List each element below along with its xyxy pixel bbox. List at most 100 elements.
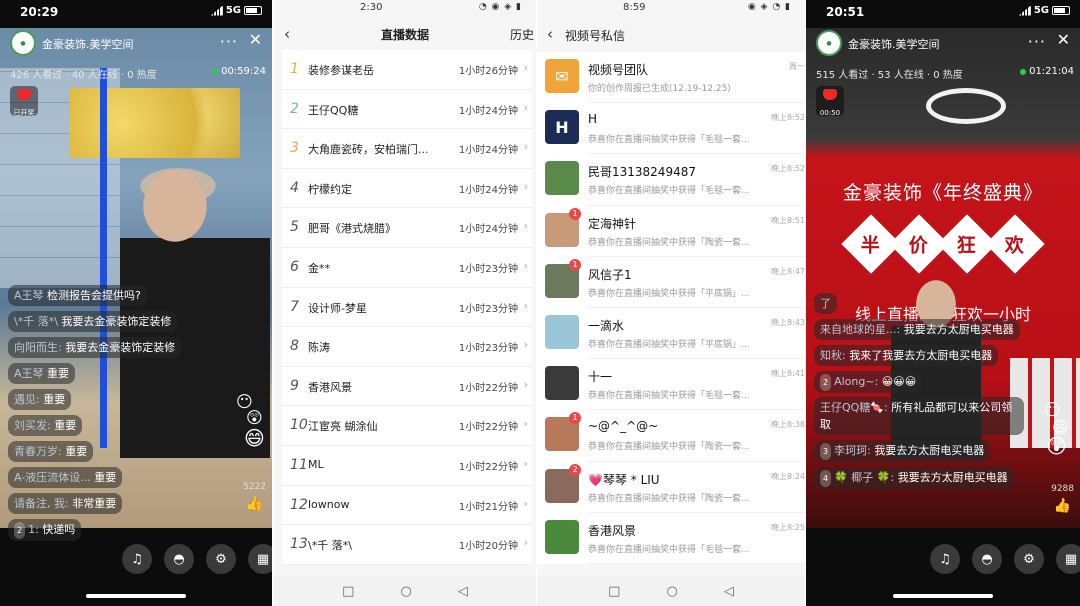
comment-bubble[interactable]: A王琴 检测报告会提供吗? <box>8 285 147 306</box>
avatar[interactable] <box>545 314 579 349</box>
message-row[interactable]: 1 定海神针 恭喜你在直播间抽奖中获得「陶瓷一套... 晚上8:51 <box>537 206 805 257</box>
message-preview: 恭喜你在直播间抽奖中获得「毛毯一套... <box>588 135 750 146</box>
settings-icon[interactable]: ⚙ <box>1014 544 1044 574</box>
back-icon[interactable]: ‹ <box>547 25 553 43</box>
message-row[interactable]: 香港风景 恭喜你在直播间抽奖中获得「毛毯一套... 晚上8:25 <box>537 513 805 564</box>
avatar[interactable] <box>545 519 579 554</box>
comment-feed: 了 来自地球的星...: 我要去方太厨电买电器 知秋: 我来了我要去方太厨电买电器… <box>814 292 1024 493</box>
message-time: 晚上8:51 <box>771 215 805 225</box>
apps-icon[interactable]: ▦ <box>1056 544 1080 574</box>
message-row[interactable]: 十一 恭喜你在直播间抽奖中获得「毛毯一套... 晚上8:41 <box>537 359 805 411</box>
user-level-badge: 2 <box>14 522 26 539</box>
comment-bubble[interactable]: 王仔QQ糖🍬: 所有礼品都可以来公司领取 <box>814 397 1024 435</box>
room-avatar[interactable]: ● <box>10 30 36 56</box>
ranking-row[interactable]: 10 江宦亮 蝴涂仙 1小时22分钟 › <box>282 406 532 446</box>
comment-bubble[interactable]: 来自地球的星...: 我要去方太厨电买电器 <box>814 319 1020 340</box>
avatar-letter-icon[interactable]: H <box>545 110 579 145</box>
room-header: ● 金豪装饰.美学空间 ··· ✕ <box>814 30 1072 56</box>
ranking-row[interactable]: 9 香港风景 1小时22分钟 › <box>282 367 532 407</box>
ranking-row[interactable]: 7 设计师-梦星 1小时23分钟 › <box>282 288 532 328</box>
comment-bubble[interactable]: 遇见: 重要 <box>8 389 72 410</box>
room-header: ● 金豪装饰.美学空间 ··· ✕ <box>8 30 264 56</box>
more-icon[interactable]: ··· <box>1028 32 1046 51</box>
status-bar: 20:51 5G <box>806 0 1080 26</box>
room-name[interactable]: 金豪装饰.美学空间 <box>42 36 134 52</box>
home-icon[interactable]: ○ <box>400 584 411 599</box>
comment-bubble[interactable]: 2 Along~: 😀😀😀 <box>814 371 923 393</box>
message-row[interactable]: 2 💗琴琴 * LIU 恭喜你在直播间抽奖中获得「陶瓷一套... 晚上8:24 <box>537 462 805 513</box>
comment-user: \*千 落*\ <box>14 315 58 328</box>
viewer-name: 柠檬约定 <box>308 182 352 196</box>
ranking-row[interactable]: 11 ML 1小时22分钟 › <box>282 446 532 486</box>
comment-bubble[interactable]: 知秋: 我来了我要去方太厨电买电器 <box>814 345 999 366</box>
message-row[interactable]: 一滴水 恭喜你在直播间抽奖中获得「平底锅」... 晚上8:43 <box>537 308 805 360</box>
message-row[interactable]: 1 风信子1 恭喜你在直播间抽奖中获得「平底锅」... 晚上8:47 <box>537 257 805 308</box>
avatar[interactable] <box>545 161 579 196</box>
more-icon[interactable]: ··· <box>220 32 238 51</box>
comment-user: 请备注, 我: <box>14 497 69 510</box>
home-indicator[interactable] <box>893 594 993 598</box>
bag-icon[interactable]: ◓ <box>972 544 1002 574</box>
mail-icon[interactable]: ✉ <box>545 59 579 93</box>
comment-bubble[interactable]: A-液压流体设... 重要 <box>8 467 123 488</box>
ranking-row[interactable]: 6 金** 1小时23分钟 › <box>282 248 532 288</box>
live-dot-icon <box>212 68 219 75</box>
home-icon[interactable]: ○ <box>666 584 677 599</box>
history-button[interactable]: 历史 <box>510 26 534 43</box>
ranking-row[interactable]: 13 \*千 落*\ 1小时20分钟 › <box>282 525 532 565</box>
comment-bubble[interactable]: 青春万岁: 重要 <box>8 441 94 462</box>
home-indicator[interactable] <box>86 594 186 598</box>
comment-bubble[interactable]: 向阳而生: 我要去金豪装饰定装修 <box>8 337 182 358</box>
music-icon[interactable]: ♫ <box>930 544 960 574</box>
like-counter[interactable]: 5222 👍 <box>243 482 266 512</box>
emoji-icon: 😶 <box>1044 400 1061 419</box>
back-nav-icon[interactable]: ◁ <box>458 584 468 599</box>
comment-bubble[interactable]: 3 李珂珂: 我要去方太厨电买电器 <box>814 440 991 462</box>
room-name[interactable]: 金豪装饰.美学空间 <box>848 36 940 52</box>
signal-icon <box>210 5 223 16</box>
lottery-button[interactable]: 已开奖 <box>10 86 38 117</box>
comment-bubble[interactable]: 刘买发: 重要 <box>8 415 83 436</box>
room-avatar[interactable]: ● <box>816 30 842 56</box>
comment-bubble[interactable]: 请备注, 我: 非常重要 <box>8 493 123 514</box>
message-time: 晚上8:52 <box>771 113 805 123</box>
message-row[interactable]: ✉ 视频号团队 你的创作周报已生成(12.19-12.25) 周一 <box>537 52 805 104</box>
ranking-row[interactable]: 1 装修参谋老岳 1小时26分钟 › <box>282 50 532 90</box>
divider <box>588 562 805 564</box>
comment-bubble[interactable]: A王琴 重要 <box>8 363 76 384</box>
lottery-button[interactable]: 00:50 <box>816 86 844 117</box>
comment-bubble[interactable]: \*千 落*\ 我要去金豪装饰定装修 <box>8 311 178 332</box>
comment-row: 知秋: 我来了我要去方太厨电买电器 <box>814 344 1024 370</box>
ranking-row[interactable]: 2 王仔QQ糖 1小时24分钟 › <box>282 90 532 130</box>
recent-apps-icon[interactable]: □ <box>342 584 354 599</box>
comment-bubble[interactable]: 4 🍀 椰子 🍀: 我要去方太厨电买电器 <box>814 467 1014 489</box>
battery-icon <box>1052 6 1070 15</box>
like-counter[interactable]: 9288 👍 <box>1051 484 1074 514</box>
comment-text: 检测报告会提供吗? <box>47 289 141 302</box>
contact-name: 一滴水 <box>588 318 625 333</box>
back-nav-icon[interactable]: ◁ <box>724 584 734 599</box>
ranking-row[interactable]: 4 柠檬约定 1小时24分钟 › <box>282 169 532 209</box>
settings-icon[interactable]: ⚙ <box>206 544 236 574</box>
control-bar: ♫ ◓ ⚙ ▦ <box>122 544 272 574</box>
message-row[interactable]: H H 恭喜你在直播间抽奖中获得「毛毯一套... 晚上8:52 <box>537 103 805 155</box>
ranking-row[interactable]: 8 陈涛 1小时23分钟 › <box>282 327 532 367</box>
comment-bubble[interactable]: 2 1: 快递吗 <box>8 519 82 541</box>
viewer-name: ML <box>308 457 324 471</box>
recent-apps-icon[interactable]: □ <box>608 584 620 599</box>
comment-bubble[interactable]: 了 <box>814 293 837 314</box>
comment-text: 重要 <box>43 393 66 406</box>
close-icon[interactable]: ✕ <box>249 30 262 49</box>
message-row[interactable]: 民哥13138249487 恭喜你在直播间抽奖中获得「毛毯一套... 晚上8:52 <box>537 154 805 206</box>
message-time: 周一 <box>789 62 805 71</box>
apps-icon[interactable]: ▦ <box>248 544 272 574</box>
page-title: 直播数据 <box>380 28 429 42</box>
message-row[interactable]: 1 ~@^_^@~ 恭喜你在直播间抽奖中获得「陶瓷一套... 晚上8:38 <box>537 410 805 462</box>
ranking-row[interactable]: 12 lownow 1小时21分钟 › <box>282 486 532 526</box>
bag-icon[interactable]: ◓ <box>164 544 194 574</box>
ranking-row[interactable]: 3 大角鹿瓷砖，安柏瑞门... 1小时24分钟 › <box>282 129 532 169</box>
ranking-row[interactable]: 5 肥哥《港式烧腊》 1小时24分钟 › <box>282 208 532 248</box>
avatar[interactable] <box>545 366 579 401</box>
music-icon[interactable]: ♫ <box>122 544 152 574</box>
close-icon[interactable]: ✕ <box>1057 30 1070 49</box>
